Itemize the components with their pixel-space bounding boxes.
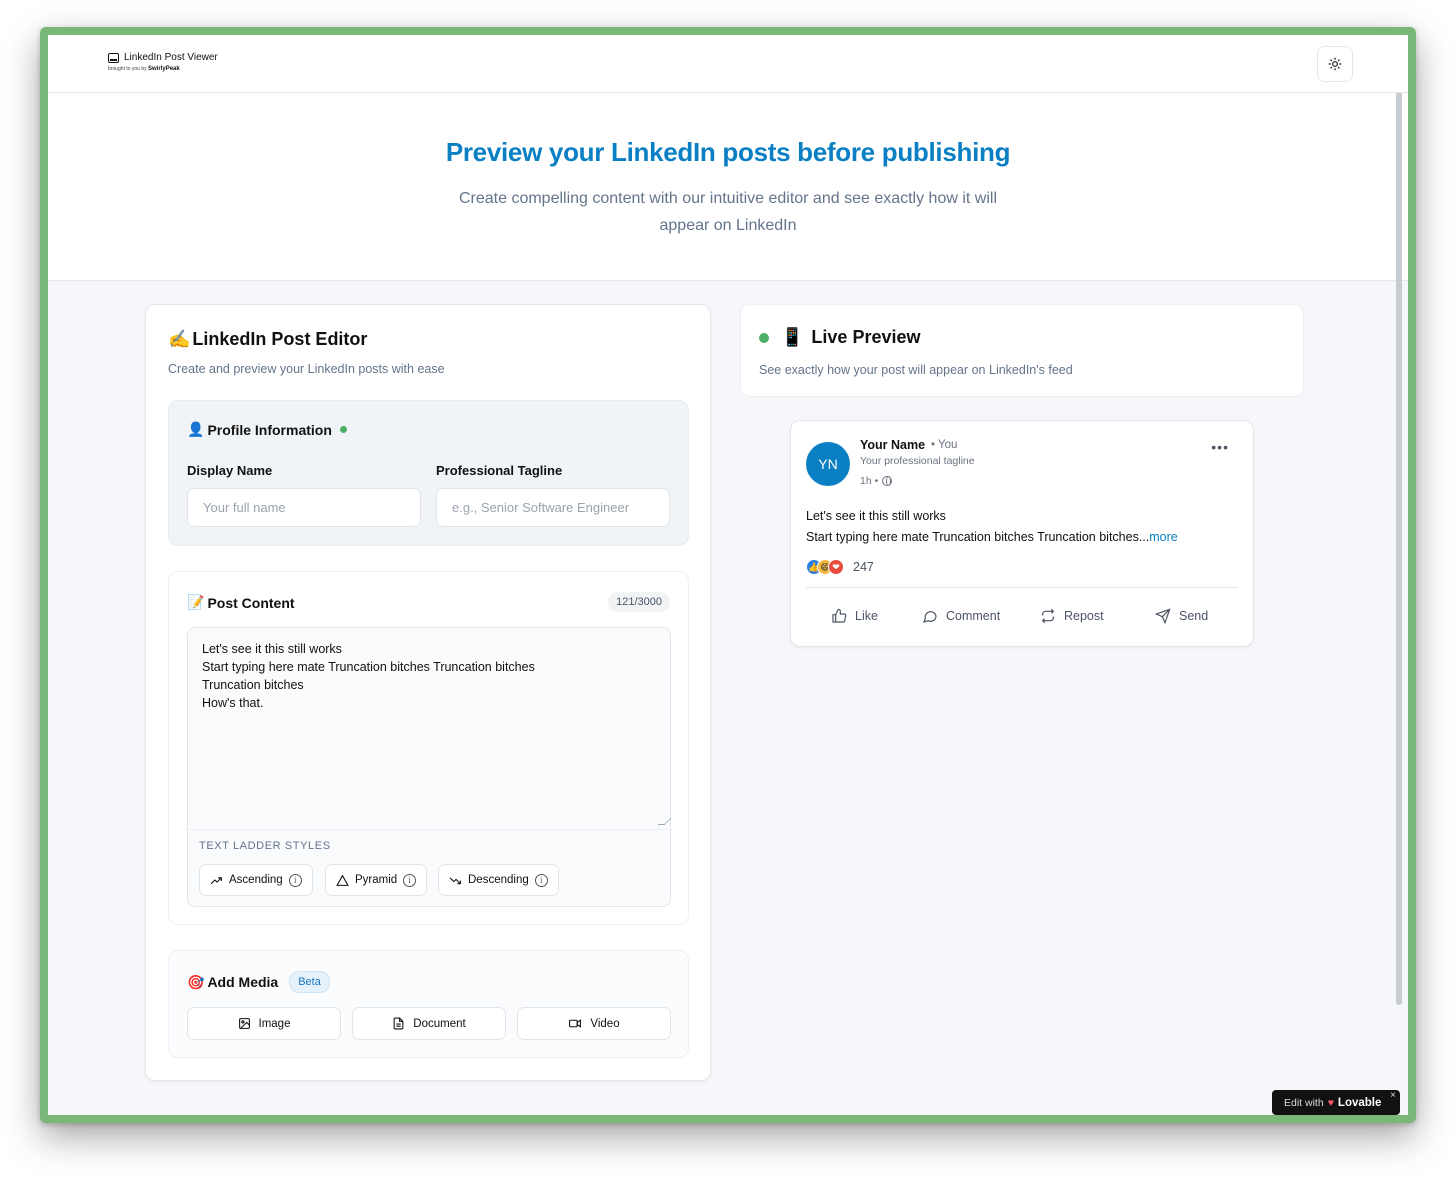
viewer-icon bbox=[108, 52, 119, 63]
send-button[interactable]: Send bbox=[1155, 608, 1208, 624]
editor-subtitle: Create and preview your LinkedIn posts w… bbox=[168, 362, 445, 376]
brand-logo[interactable]: LinkedIn Post Viewer brought to you by S… bbox=[108, 52, 218, 72]
more-options-icon[interactable]: ••• bbox=[1211, 439, 1229, 455]
mobile-phone-icon: 📱 bbox=[781, 327, 804, 347]
tagline-input[interactable]: e.g., Senior Software Engineer bbox=[436, 488, 670, 527]
trending-up-icon bbox=[210, 876, 222, 884]
reaction-count: 247 bbox=[853, 560, 874, 574]
writing-hand-icon: ✍️ bbox=[168, 329, 191, 349]
video-icon bbox=[569, 1019, 582, 1028]
live-preview-title: 📱 Live Preview bbox=[759, 327, 921, 348]
divider bbox=[806, 587, 1238, 588]
editor-card: ✍️ LinkedIn Post Editor Create and previ… bbox=[145, 304, 711, 1081]
triangle-icon bbox=[336, 874, 349, 886]
display-name-input[interactable]: Your full name bbox=[187, 488, 421, 527]
sun-icon bbox=[1328, 57, 1342, 71]
post-textarea-value[interactable]: Let's see it this still works Start typi… bbox=[202, 640, 535, 712]
image-button[interactable]: Image bbox=[187, 1007, 341, 1040]
profile-section: 👤 Profile Information Display Name Profe… bbox=[168, 400, 689, 546]
info-icon[interactable]: i bbox=[288, 873, 302, 887]
live-status-dot bbox=[759, 332, 769, 343]
profile-title: 👤 Profile Information bbox=[187, 421, 347, 438]
brand-subtitle: brought to you by SwirlyPeak bbox=[108, 66, 180, 72]
comment-icon bbox=[923, 611, 937, 623]
author-name[interactable]: Your Name bbox=[860, 438, 925, 452]
video-button[interactable]: Video bbox=[517, 1007, 671, 1040]
globe-icon bbox=[882, 476, 893, 486]
comment-button[interactable]: Comment bbox=[922, 608, 1000, 624]
post-textarea[interactable]: Let's see it this still works Start typi… bbox=[187, 627, 672, 907]
edit-with-lovable-badge[interactable]: Edit with ♥ Lovable × bbox=[1272, 1090, 1400, 1115]
target-icon: 🎯 bbox=[187, 973, 205, 990]
info-icon[interactable]: i bbox=[403, 873, 417, 887]
brand-sub-name: SwirlyPeak bbox=[148, 66, 180, 72]
you-label: • You bbox=[931, 439, 958, 451]
hero-title: Preview your LinkedIn posts before publi… bbox=[445, 137, 1011, 167]
tagline-label: Professional Tagline bbox=[436, 463, 563, 478]
browser-window: LinkedIn Post Viewer brought to you by S… bbox=[40, 27, 1416, 1123]
love-reaction-icon: ❤ bbox=[828, 559, 844, 575]
close-icon[interactable]: × bbox=[1390, 1090, 1396, 1101]
post-text: Let's see it this still works Start typi… bbox=[806, 509, 1178, 544]
linkedin-post-card: YN Your Name • You Your professional tag… bbox=[790, 420, 1254, 647]
pyramid-button[interactable]: Pyramid i bbox=[325, 864, 428, 896]
display-name-label: Display Name bbox=[187, 463, 273, 478]
info-icon[interactable]: i bbox=[534, 873, 548, 887]
app: LinkedIn Post Viewer brought to you by S… bbox=[48, 35, 1408, 1115]
reactions-summary[interactable]: 👍 😄 ❤ 247 bbox=[806, 559, 874, 575]
add-media-section: 🎯 Add Media Beta Image Document Video bbox=[168, 950, 689, 1058]
hero-subtitle: Create compelling content with our intui… bbox=[458, 190, 998, 234]
beta-badge: Beta bbox=[289, 971, 330, 993]
author-tagline: Your professional tagline bbox=[860, 455, 975, 467]
document-icon bbox=[393, 1017, 404, 1030]
person-icon: 👤 bbox=[187, 421, 205, 437]
scrollbar[interactable] bbox=[1396, 45, 1402, 1005]
post-content-section: 📝 Post Content 121/3000 Let's see it thi… bbox=[168, 571, 689, 925]
lovable-heart-icon: ♥ bbox=[1327, 1096, 1334, 1109]
hero: Preview your LinkedIn posts before publi… bbox=[48, 93, 1408, 281]
text-ladder-label: TEXT LADDER STYLES bbox=[199, 840, 331, 852]
avatar[interactable]: YN bbox=[806, 442, 850, 486]
ascending-button[interactable]: Ascending i bbox=[199, 864, 313, 896]
thumbs-up-icon bbox=[832, 608, 847, 623]
live-preview-header: 📱 Live Preview See exactly how your post… bbox=[740, 304, 1304, 397]
character-counter: 121/3000 bbox=[608, 592, 670, 612]
like-button[interactable]: Like bbox=[831, 608, 878, 624]
document-button[interactable]: Document bbox=[352, 1007, 506, 1040]
lovable-name: Lovable bbox=[1337, 1096, 1382, 1109]
memo-icon: 📝 bbox=[187, 594, 205, 610]
see-more-link[interactable]: more bbox=[1149, 530, 1177, 544]
status-dot bbox=[339, 426, 347, 433]
editor-title: ✍️ LinkedIn Post Editor bbox=[168, 329, 368, 349]
divider bbox=[188, 829, 670, 830]
post-time: 1h • bbox=[860, 475, 893, 487]
descending-button[interactable]: Descending i bbox=[438, 864, 559, 896]
trending-down-icon bbox=[449, 876, 461, 884]
live-preview-subtitle: See exactly how your post will appear on… bbox=[759, 363, 1073, 377]
brand-title: LinkedIn Post Viewer bbox=[124, 52, 218, 63]
repost-button[interactable]: Repost bbox=[1040, 608, 1104, 624]
send-icon bbox=[1155, 608, 1171, 624]
add-media-title: 🎯 Add Media Beta bbox=[187, 971, 330, 993]
post-content-title: 📝 Post Content bbox=[187, 594, 295, 611]
resize-handle[interactable] bbox=[657, 818, 672, 825]
image-icon bbox=[238, 1018, 250, 1029]
theme-toggle-button[interactable] bbox=[1317, 46, 1353, 82]
repost-icon bbox=[1041, 608, 1055, 624]
header: LinkedIn Post Viewer brought to you by S… bbox=[48, 35, 1408, 93]
